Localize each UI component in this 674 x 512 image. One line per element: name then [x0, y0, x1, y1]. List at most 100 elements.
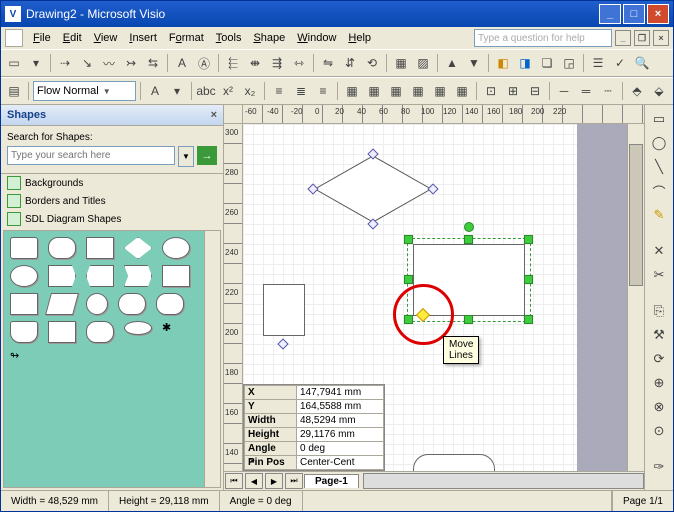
tab-nav-next[interactable]: ▶	[265, 473, 283, 489]
align-center-icon[interactable]: ⇼	[245, 53, 265, 73]
text-edit-icon[interactable]: abc	[196, 81, 216, 101]
palette-shape[interactable]	[86, 265, 114, 287]
mdi-close[interactable]: ×	[653, 30, 669, 46]
resize-handle[interactable]	[404, 235, 413, 244]
page-tab[interactable]: Page-1	[304, 474, 359, 488]
union-icon[interactable]: ⊕	[649, 373, 669, 393]
rounded-shape[interactable]	[413, 454, 495, 471]
fragment-icon[interactable]: ⊗	[649, 397, 669, 417]
fill-color-icon[interactable]: ◧	[493, 53, 513, 73]
palette-shape[interactable]	[86, 321, 114, 343]
palette-shape[interactable]	[124, 237, 152, 259]
minimize-button[interactable]: _	[599, 4, 621, 24]
palette-shape[interactable]	[48, 265, 76, 287]
palette-shape[interactable]	[10, 321, 38, 343]
para-center-icon[interactable]: ≣	[291, 81, 311, 101]
format-painter-icon[interactable]: ⚒	[649, 325, 669, 345]
palette-shape[interactable]	[124, 321, 152, 335]
palette-shape[interactable]	[10, 293, 38, 315]
menu-insert[interactable]: Insert	[123, 30, 163, 46]
connector3-icon[interactable]: ⊟	[525, 81, 545, 101]
vertical-scrollbar[interactable]	[627, 124, 644, 471]
connector1-icon[interactable]: ⊡	[481, 81, 501, 101]
tab-nav-first[interactable]: ⏮	[225, 473, 243, 489]
bring-front-icon[interactable]: ▲	[442, 53, 462, 73]
rotation-handle[interactable]	[464, 222, 474, 232]
pencil-tool-icon[interactable]: ✎	[649, 205, 669, 225]
palette-shape[interactable]	[162, 265, 190, 287]
palette-shape[interactable]	[45, 293, 79, 315]
grid2-icon[interactable]: ▦	[364, 81, 384, 101]
rotate-icon[interactable]: ⟲	[362, 53, 382, 73]
menu-shape[interactable]: Shape	[247, 30, 291, 46]
palette-shape[interactable]	[162, 237, 190, 259]
line1-icon[interactable]: ─	[554, 81, 574, 101]
palette-shape[interactable]	[86, 293, 108, 315]
connector2-icon[interactable]: ⊞	[503, 81, 523, 101]
menu-tools[interactable]: Tools	[210, 30, 248, 46]
palette-shape[interactable]	[10, 265, 38, 287]
group-icon[interactable]: ▦	[391, 53, 411, 73]
close-button[interactable]: ×	[647, 4, 669, 24]
connector-tool-icon[interactable]: ⇢	[55, 53, 75, 73]
shadow-icon[interactable]: ❏	[537, 53, 557, 73]
align-right-icon[interactable]: ⇶	[267, 53, 287, 73]
send-back-icon[interactable]: ▼	[464, 53, 484, 73]
corner-icon[interactable]: ◲	[559, 53, 579, 73]
palette-shape[interactable]: ✱	[162, 321, 188, 341]
grid5-icon[interactable]: ▦	[430, 81, 450, 101]
text-tool-icon[interactable]: A	[172, 53, 192, 73]
mdi-restore[interactable]: ❐	[634, 30, 650, 46]
stencil-sdl[interactable]: SDL Diagram Shapes	[1, 210, 223, 228]
size-position-close[interactable]: ×	[246, 456, 258, 468]
stencil-borders[interactable]: Borders and Titles	[1, 192, 223, 210]
line2-icon[interactable]: ═	[576, 81, 596, 101]
shapes-search-go-button[interactable]: →	[197, 146, 217, 165]
menu-window[interactable]: Window	[291, 30, 342, 46]
align-left-icon[interactable]: ⬱	[223, 53, 243, 73]
ink-tool-icon[interactable]: ✑	[649, 457, 669, 477]
small-rect-shape[interactable]	[263, 284, 305, 336]
palette-shape[interactable]	[156, 293, 184, 315]
line-color-icon[interactable]: ◨	[515, 53, 535, 73]
menu-file[interactable]: FFileile	[27, 30, 57, 46]
grid4-icon[interactable]: ▦	[408, 81, 428, 101]
line3-icon[interactable]: ┄	[598, 81, 618, 101]
resize-handle[interactable]	[404, 275, 413, 284]
palette-shape[interactable]	[118, 293, 146, 315]
pointer-tool-icon[interactable]: ▭	[4, 53, 24, 73]
font-dd-icon[interactable]: ▾	[167, 81, 187, 101]
layers-icon[interactable]: ☰	[588, 53, 608, 73]
subscript-icon[interactable]: x₂	[240, 81, 260, 101]
ellipse-tool-icon[interactable]: ◯	[649, 133, 669, 153]
spell-icon[interactable]: ✓	[610, 53, 630, 73]
shapes-pane-icon[interactable]: ▤	[4, 81, 24, 101]
dropdown-icon[interactable]: ▾	[26, 53, 46, 73]
font-icon[interactable]: A	[145, 81, 165, 101]
shapes-search-dropdown[interactable]: ▼	[178, 146, 194, 167]
grid6-icon[interactable]: ▦	[452, 81, 472, 101]
stencil-backgrounds[interactable]: Backgrounds	[1, 174, 223, 192]
palette-shape[interactable]	[86, 237, 114, 259]
misc1-icon[interactable]: ⬘	[627, 81, 647, 101]
palette-shape[interactable]	[10, 237, 38, 259]
text-block-icon[interactable]: Ⓐ	[194, 53, 214, 73]
shapes-panel-close[interactable]: ×	[211, 109, 217, 121]
drawing-canvas[interactable]: Move Lines Size & Positi... X147,7941 mm…	[243, 124, 627, 471]
resize-handle[interactable]	[524, 315, 533, 324]
flip-v-icon[interactable]: ⇵	[340, 53, 360, 73]
superscript-icon[interactable]: x²	[218, 81, 238, 101]
mdi-minimize[interactable]: _	[615, 30, 631, 46]
palette-shape[interactable]	[48, 321, 76, 343]
menu-help[interactable]: Help	[342, 30, 377, 46]
misc2-icon[interactable]: ⬙	[649, 81, 669, 101]
rotate-tool-icon[interactable]: ⟳	[649, 349, 669, 369]
diamond-shape[interactable]	[313, 154, 433, 224]
crop-tool-icon[interactable]: ✂	[649, 265, 669, 285]
para-right-icon[interactable]: ≡	[313, 81, 333, 101]
resize-handle[interactable]	[464, 315, 473, 324]
shapes-search-input[interactable]	[7, 146, 175, 165]
line-tool-icon[interactable]: ╲	[649, 157, 669, 177]
tab-nav-prev[interactable]: ◀	[245, 473, 263, 489]
arc-tool-icon[interactable]: ⌒	[649, 181, 669, 201]
